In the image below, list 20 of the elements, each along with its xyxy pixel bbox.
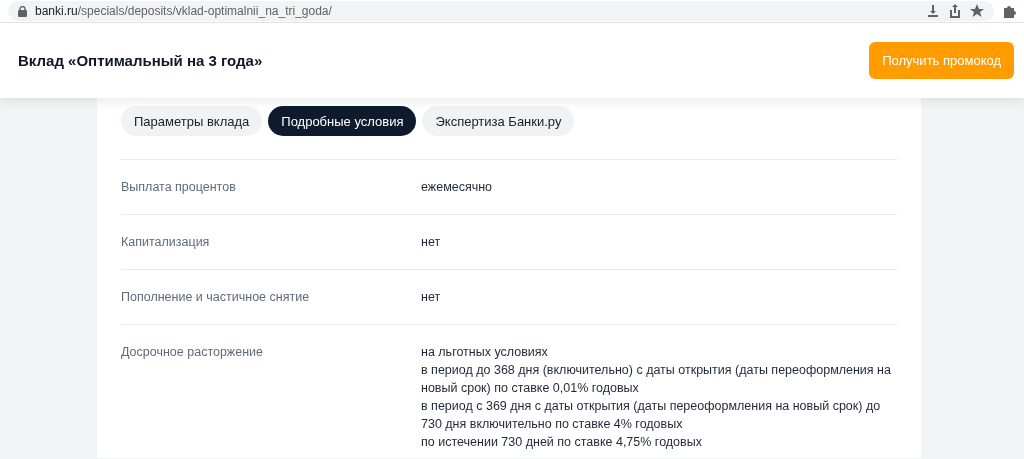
tab[interactable]: Параметры вклада (121, 106, 263, 136)
tab[interactable]: Подробные условия (268, 106, 417, 136)
row-value: ежемесячно (421, 179, 494, 196)
share-icon[interactable] (948, 4, 962, 18)
row-label: Капитализация (121, 234, 211, 251)
row-label: Пополнение и частичное снятие (121, 289, 311, 306)
deposit-title: Вклад «Оптимальный на 3 года» (18, 52, 263, 69)
row-value: по истечении 730 дней по ставке 4,75% годовых (421, 434, 703, 451)
lock-icon (18, 5, 27, 17)
url-text: banki.ru/specials/deposits/vklad-optimalnii_na_tri_goda/ (35, 4, 332, 18)
download-icon[interactable] (926, 4, 940, 18)
puzzle-icon[interactable] (1002, 4, 1016, 18)
row-value: нет (421, 234, 442, 251)
address-bar[interactable]: banki.ru/specials/deposits/vklad-optimalnii_na_tri_goda/ (8, 1, 994, 21)
row-label: Досрочное расторжение (121, 344, 265, 361)
row-value: нет (421, 289, 442, 306)
row-value: на льготных условиях (421, 344, 549, 361)
tab[interactable]: Экспертиза Банки.ру (422, 106, 575, 136)
star-icon[interactable] (970, 4, 984, 18)
row-label: Выплата процентов (121, 179, 237, 196)
